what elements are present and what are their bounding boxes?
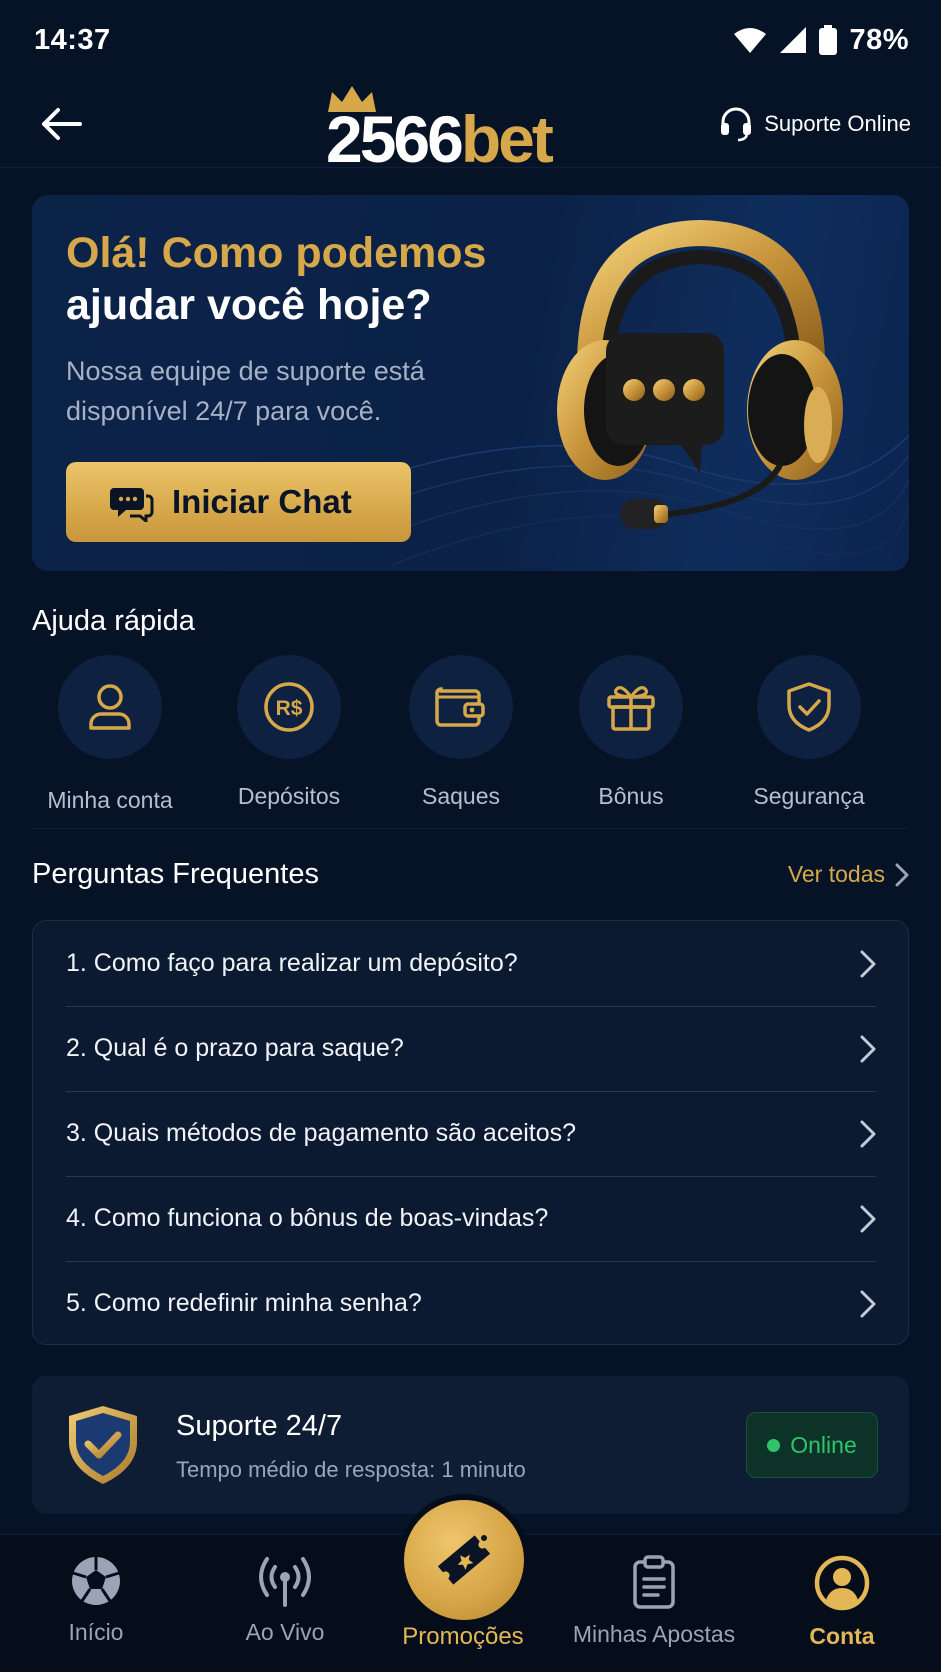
chevron-right-icon xyxy=(895,863,909,886)
chat-bubbles-icon xyxy=(110,488,154,522)
hero-title-line1: Olá! Como podemos xyxy=(66,229,487,277)
faq-question: 5. Como redefinir minha senha? xyxy=(66,1289,422,1317)
wallet-icon xyxy=(435,687,485,727)
faq-title: Perguntas Frequentes xyxy=(32,858,319,890)
faq-header: Perguntas Frequentes Ver todas xyxy=(32,858,909,891)
app-header: 2566 bet Suporte Online xyxy=(0,80,941,172)
soccer-ball-icon xyxy=(72,1557,120,1605)
clipboard-icon xyxy=(633,1555,675,1609)
online-dot xyxy=(767,1438,781,1452)
quick-help-label: Bônus xyxy=(598,783,664,809)
quick-help-circle xyxy=(757,655,861,759)
logo-number: 2566 xyxy=(326,102,464,176)
quick-help-label: Segurança xyxy=(753,783,865,809)
nav-item-account[interactable]: Conta xyxy=(752,1555,932,1650)
cellular-signal-icon xyxy=(780,27,807,53)
svg-text:R$: R$ xyxy=(276,697,303,720)
faq-question: 4. Como funciona o bônus de boas-vindas? xyxy=(66,1204,549,1232)
battery-icon xyxy=(819,25,838,55)
chevron-right-icon xyxy=(860,1205,876,1232)
ticket-icon xyxy=(437,1535,491,1585)
start-chat-label: Iniciar Chat xyxy=(172,483,352,520)
status-bar: 14:37 78% xyxy=(0,0,941,80)
support-hero-banner: Olá! Como podemos ajudar você hoje? Noss… xyxy=(32,195,909,571)
support-status-card: Suporte 24/7 Tempo médio de resposta: 1 … xyxy=(32,1376,909,1514)
faq-item-1[interactable]: 1. Como faço para realizar um depósito? xyxy=(66,921,876,1006)
quick-help-bonus[interactable]: Bônus xyxy=(546,655,716,810)
status-time: 14:37 xyxy=(34,23,111,56)
support-card-subtitle: Tempo médio de resposta: 1 minuto xyxy=(176,1457,526,1482)
gold-headset-illustration xyxy=(557,219,843,529)
nav-label: Ao Vivo xyxy=(245,1619,325,1645)
start-chat-button[interactable]: Iniciar Chat xyxy=(66,462,411,542)
quick-help-circle xyxy=(58,655,162,759)
see-all-link[interactable]: Ver todas xyxy=(788,861,909,888)
wifi-icon xyxy=(734,28,767,53)
quick-help-grid: Minha conta R$ Depósitos Saques Bônus Se… xyxy=(0,655,941,813)
gift-icon xyxy=(607,686,655,731)
hero-title-line2: ajudar você hoje? xyxy=(66,281,432,329)
support-card-title: Suporte 24/7 xyxy=(176,1410,343,1442)
headset-icon xyxy=(721,107,752,141)
chevron-right-icon xyxy=(860,1035,876,1062)
chevron-right-icon xyxy=(860,1290,876,1317)
section-divider xyxy=(32,828,909,829)
quick-help-label: Saques xyxy=(421,783,500,809)
quick-help-title: Ajuda rápida xyxy=(32,605,195,637)
chevron-right-icon xyxy=(860,1120,876,1147)
faq-question: 2. Qual é o prazo para saque? xyxy=(66,1034,404,1062)
quick-help-circle xyxy=(409,655,513,759)
broadcast-icon xyxy=(259,1557,311,1607)
nav-label: Início xyxy=(68,1619,124,1645)
crown-icon xyxy=(328,86,376,112)
faq-item-3[interactable]: 3. Quais métodos de pagamento são aceito… xyxy=(66,1091,876,1176)
quick-help-label: Depósitos xyxy=(237,783,341,809)
faq-item-4[interactable]: 4. Como funciona o bônus de boas-vindas? xyxy=(66,1176,876,1261)
nav-item-live[interactable]: Ao Vivo xyxy=(195,1555,375,1646)
nav-label-active: Conta xyxy=(809,1623,875,1649)
hero-title: Olá! Como podemos ajudar você hoje? xyxy=(66,227,486,331)
hero-subtitle: Nossa equipe de suporte está disponível … xyxy=(66,356,425,426)
nav-item-home[interactable]: Início xyxy=(6,1555,186,1646)
nav-item-promotions[interactable] xyxy=(404,1500,524,1620)
faq-question: 3. Quais métodos de pagamento são aceito… xyxy=(66,1119,577,1147)
shield-check-icon xyxy=(787,682,831,732)
quick-help-security[interactable]: Segurança xyxy=(724,655,894,810)
shield-badge-icon xyxy=(69,1406,137,1484)
quick-help-label: Minha conta xyxy=(47,787,173,813)
online-status-label: Online xyxy=(790,1431,857,1458)
nav-label-promotions: Promoções xyxy=(402,1623,524,1650)
quick-help-deposits[interactable]: R$ Depósitos xyxy=(204,655,374,810)
support-online-link[interactable]: Suporte Online xyxy=(718,106,911,142)
back-button[interactable] xyxy=(36,99,86,149)
logo-suffix: bet xyxy=(460,102,554,176)
quick-help-account[interactable]: Minha conta xyxy=(25,655,195,814)
battery-level: 78% xyxy=(849,23,909,56)
online-status-badge: Online xyxy=(746,1412,878,1478)
faq-item-2[interactable]: 2. Qual é o prazo para saque? xyxy=(66,1006,876,1091)
account-icon xyxy=(814,1555,870,1611)
support-online-label: Suporte Online xyxy=(764,110,911,136)
arrow-left-icon xyxy=(42,107,82,140)
currency-icon: R$ xyxy=(264,682,314,732)
faq-list: 1. Como faço para realizar um depósito? … xyxy=(32,920,909,1345)
nav-item-my-bets[interactable]: Minhas Apostas xyxy=(564,1555,744,1648)
chevron-right-icon xyxy=(860,950,876,977)
quick-help-circle: R$ xyxy=(237,655,341,759)
status-icons: 78% xyxy=(733,24,909,57)
quick-help-circle xyxy=(579,655,683,759)
brand-logo: 2566 bet xyxy=(326,84,554,172)
faq-item-5[interactable]: 5. Como redefinir minha senha? xyxy=(66,1261,876,1346)
user-icon xyxy=(89,684,131,730)
faq-question: 1. Como faço para realizar um depósito? xyxy=(66,949,518,977)
see-all-label: Ver todas xyxy=(787,861,885,887)
quick-help-withdrawals[interactable]: Saques xyxy=(376,655,546,810)
nav-label: Minhas Apostas xyxy=(572,1621,736,1647)
